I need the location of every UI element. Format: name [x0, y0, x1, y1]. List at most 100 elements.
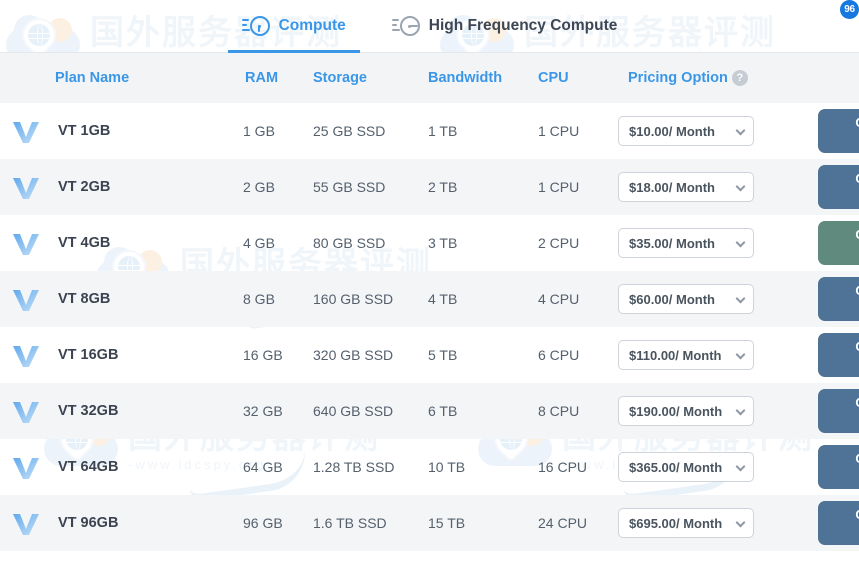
help-icon[interactable]: ? — [731, 70, 748, 86]
column-header-order — [818, 53, 859, 103]
cell-storage: 160 GB SSD — [313, 291, 394, 307]
gauge-slow-icon — [241, 15, 270, 37]
pricing-option-select[interactable]: $35.00/ Month — [618, 228, 754, 258]
order-now-button[interactable]: ORDERNOW — [818, 165, 859, 209]
cell-storage: 80 GB SSD — [313, 235, 386, 251]
pricing-option-select[interactable]: $60.00/ Month — [618, 284, 754, 314]
table-row: 4VT 4GB4 GB 80 GB SSD 3 TB 2 CPU $35.00/ Mon… — [0, 0, 859, 271]
cell-order: ORDERNOW — [818, 327, 859, 383]
cell-plan-name: 32VT 32GB — [0, 0, 859, 439]
cell-ram: 2 GB — [243, 179, 275, 195]
plan-name-label: VT 2GB — [58, 179, 111, 195]
cell-bandwidth: 3 TB — [428, 235, 458, 251]
order-now-button[interactable]: ORDERNOW — [818, 501, 859, 545]
cell-pricing-option: $10.00/ Month — [618, 103, 818, 159]
table-row: 1VT 1GB1 GB 25 GB SSD 1 TB 1 CPU $10.00/ Mon… — [0, 0, 859, 159]
plan-logo-icon — [12, 396, 48, 426]
pricing-option-select[interactable]: $110.00/ Month — [618, 340, 754, 370]
cell-ram: 96 GB — [243, 515, 283, 531]
table-row: 64VT 64GB64 GB 1.28 TB SSD 10 TB 16 CPU $365… — [0, 0, 859, 495]
plans-table-header: Plan Name RAM Storage Bandwidth CPU Pric… — [0, 53, 859, 103]
cell-cpu: 16 CPU — [538, 459, 588, 475]
cell-bandwidth: 1 TB — [428, 123, 458, 139]
plan-name-label: VT 8GB — [58, 291, 111, 307]
order-now-button[interactable]: ORDERNOW — [818, 277, 859, 321]
table-row: 8VT 8GB8 GB 160 GB SSD 4 TB 4 CPU $60.00/ Mo… — [0, 0, 859, 327]
plan-logo-icon — [12, 172, 48, 202]
column-header-ram: RAM — [243, 53, 313, 103]
column-header-bandwidth-label: Bandwidth — [428, 70, 503, 86]
column-header-pricing-option-label: Pricing Option — [628, 70, 728, 86]
cell-ram: 1 GB — [243, 123, 275, 139]
plan-logo-icon — [12, 452, 48, 482]
cell-storage: 25 GB SSD — [313, 123, 386, 139]
order-now-button[interactable]: ORDERNOW — [818, 333, 859, 377]
plan-logo-icon — [12, 228, 48, 258]
plan-logo-icon — [12, 508, 48, 538]
table-row: 32VT 32GB32 GB 640 GB SSD 6 TB 8 CPU $190.00… — [0, 0, 859, 439]
column-header-plan-name: Plan Name — [0, 53, 243, 103]
plans-table: Plan Name RAM Storage Bandwidth CPU Pric… — [0, 0, 859, 551]
cell-plan-name: 4VT 4GB — [0, 0, 859, 271]
cell-order: ORDERNOW — [818, 495, 859, 551]
cell-bandwidth: 4 TB — [428, 291, 458, 307]
cell-bandwidth: 2 TB — [428, 179, 458, 195]
order-now-button[interactable]: ORDERNOW — [818, 389, 859, 433]
cell-cpu: 24 CPU — [538, 515, 588, 531]
plan-name-label: VT 4GB — [58, 235, 111, 251]
cell-bandwidth: 10 TB — [428, 459, 466, 475]
tab-compute-label: Compute — [278, 17, 346, 34]
plans-table-body: 1VT 1GB1 GB 25 GB SSD 1 TB 1 CPU $10.00/ Mon… — [0, 0, 859, 551]
cell-order: ORDERNOW — [818, 271, 859, 327]
column-header-bandwidth: Bandwidth — [428, 53, 538, 103]
pricing-option-select[interactable]: $10.00/ Month — [618, 116, 754, 146]
table-row: 96 VT 96GB 96 GB 1.6 TB SSD 15 TB 24 CPU $695.… — [0, 0, 859, 551]
cell-order: ORDERNOW — [818, 439, 859, 495]
column-header-pricing-option: Pricing Option ? — [618, 53, 818, 103]
cell-storage: 640 GB SSD — [313, 403, 394, 419]
cell-storage: 1.6 TB SSD — [313, 515, 387, 531]
cell-storage: 1.28 TB SSD — [313, 459, 395, 475]
plan-badge: 96 — [840, 0, 859, 19]
cell-plan-name: 8VT 8GB — [0, 0, 859, 327]
table-header-row: Plan Name RAM Storage Bandwidth CPU Pric… — [0, 53, 859, 103]
pricing-option-select[interactable]: $695.00/ Month — [618, 508, 754, 538]
cell-order: ORDERNOW — [818, 159, 859, 215]
plan-name-label: VT 64GB — [58, 459, 119, 475]
cell-plan-name: 64VT 64GB — [0, 0, 859, 495]
order-now-button[interactable]: ORDERNOW — [818, 109, 859, 153]
cell-ram: 64 GB — [243, 459, 283, 475]
cell-plan-name: 16VT 16GB — [0, 0, 859, 383]
table-row: 16VT 16GB16 GB 320 GB SSD 5 TB 6 CPU $110.00… — [0, 0, 859, 383]
cell-bandwidth: 5 TB — [428, 347, 458, 363]
pricing-option-select[interactable]: $18.00/ Month — [618, 172, 754, 202]
cell-pricing-option: $365.00/ Month — [618, 439, 818, 495]
order-now-button[interactable]: ORDERNOW — [818, 221, 859, 265]
tab-high-frequency-compute[interactable]: High Frequency Compute — [390, 0, 620, 53]
cell-storage: 320 GB SSD — [313, 347, 394, 363]
plan-logo-icon — [12, 340, 48, 370]
cell-order: ORDERNOW — [818, 383, 859, 439]
plan-name-label: VT 32GB — [58, 403, 119, 419]
tab-compute[interactable]: Compute — [227, 0, 360, 53]
cell-pricing-option: $60.00/ Month — [618, 271, 818, 327]
column-header-plan-name-label: Plan Name — [55, 70, 130, 86]
plan-name-label: VT 96GB — [58, 515, 119, 531]
cell-ram: 4 GB — [243, 235, 275, 251]
cell-bandwidth: 15 TB — [428, 515, 466, 531]
cell-ram: 8 GB — [243, 291, 275, 307]
cell-cpu: 2 CPU — [538, 235, 580, 251]
cell-ram: 32 GB — [243, 403, 283, 419]
column-header-cpu-label: CPU — [538, 70, 569, 86]
pricing-option-select[interactable]: $190.00/ Month — [618, 396, 754, 426]
cell-plan-name: 96 VT 96GB — [0, 0, 859, 551]
column-header-cpu: CPU — [538, 53, 618, 103]
cell-pricing-option: $190.00/ Month — [618, 383, 818, 439]
plan-logo-icon — [12, 116, 48, 146]
pricing-option-select[interactable]: $365.00/ Month — [618, 452, 754, 482]
column-header-ram-label: RAM — [245, 70, 279, 86]
plan-logo-icon — [12, 284, 48, 314]
order-now-button[interactable]: ORDERNOW — [818, 445, 859, 489]
cell-pricing-option: $695.00/ Month — [618, 495, 818, 551]
tab-high-frequency-compute-label: High Frequency Compute — [428, 17, 618, 34]
